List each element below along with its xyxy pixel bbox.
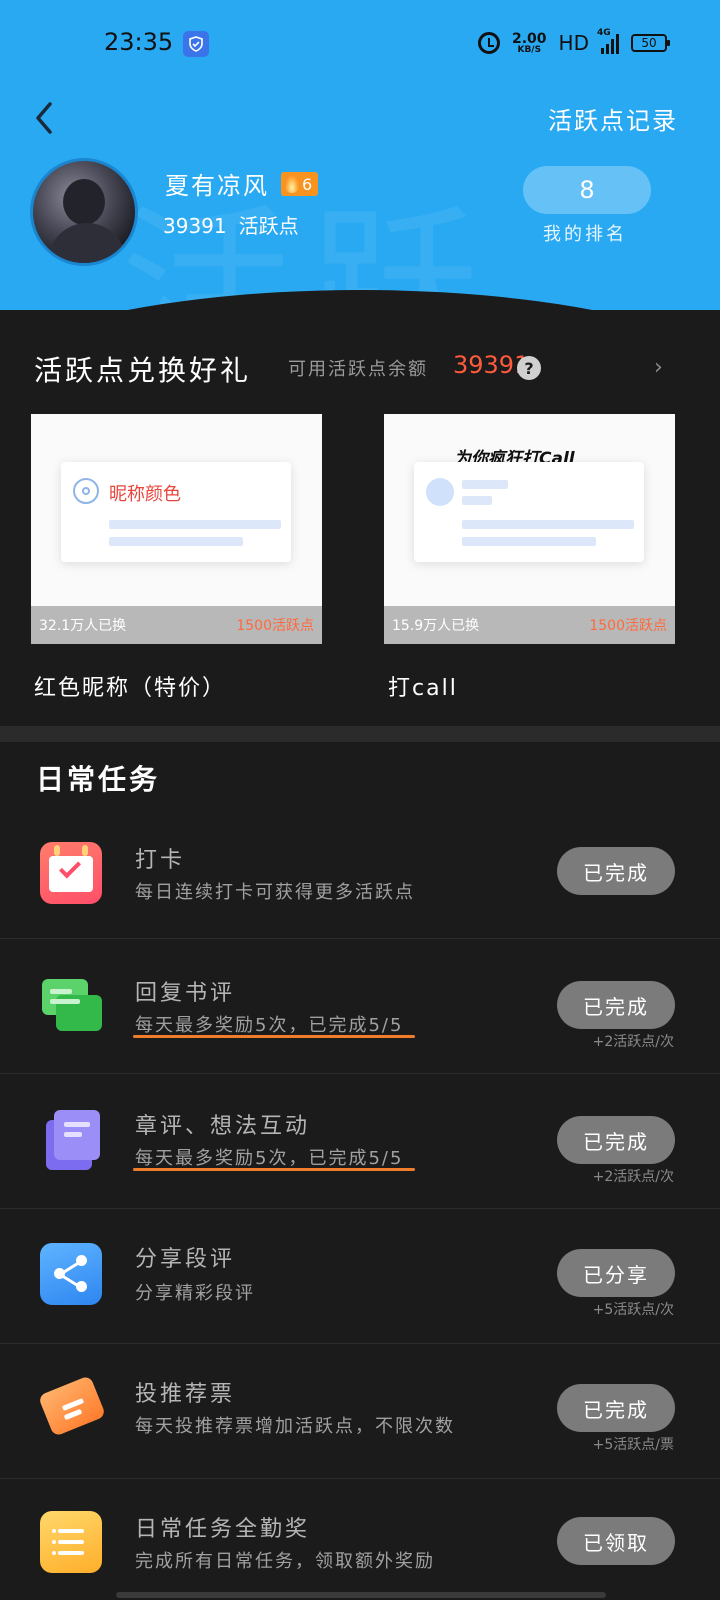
call-preview — [414, 462, 644, 562]
task-desc: 每天投推荐票增加活跃点，不限次数 — [135, 1416, 455, 1437]
task-row-attendance: 日常任务全勤奖 完成所有日常任务，领取额外奖励 已领取 — [0, 1479, 720, 1600]
points-summary: 39391 活跃点 — [163, 210, 299, 239]
task-status-button[interactable]: 已完成 — [557, 981, 675, 1029]
task-reward: +5活跃点/次 — [592, 1302, 674, 1318]
task-desc: 完成所有日常任务，领取额外奖励 — [135, 1551, 435, 1572]
nickname-color-preview: 昵称颜色 — [61, 462, 291, 562]
gift-cost: 1500活跃点 — [589, 618, 667, 634]
daily-tasks-title: 日常任务 — [36, 763, 161, 796]
task-status-button[interactable]: 已分享 — [557, 1249, 675, 1297]
task-desc: 每天最多奖励5次，已完成5/5 — [135, 1148, 404, 1169]
gift-card-red-nickname[interactable]: 昵称颜色 32.1万人已换 1500活跃点 — [31, 414, 322, 644]
gift-name[interactable]: 红色昵称（特价） — [34, 670, 226, 702]
points-label: 活跃点 — [238, 214, 299, 238]
gift-cost: 1500活跃点 — [236, 618, 314, 634]
calendar-check-icon — [40, 842, 102, 904]
share-icon — [40, 1243, 102, 1305]
rank-label: 我的排名 — [543, 224, 627, 245]
back-button[interactable] — [26, 98, 66, 138]
gift-card-call[interactable]: 为你疯狂打Call 15.9万人已换 1500活跃点 — [384, 414, 675, 644]
task-desc: 分享精彩段评 — [135, 1283, 255, 1304]
task-name: 打卡 — [135, 848, 186, 873]
task-desc: 每天最多奖励5次，已完成5/5 — [135, 1015, 404, 1036]
list-icon — [40, 1511, 102, 1573]
task-row-reply-review: 回复书评 每天最多奖励5次，已完成5/5 已完成 +2活跃点/次 — [0, 939, 720, 1074]
task-name: 分享段评 — [135, 1247, 236, 1272]
gift-name[interactable]: 打call — [388, 670, 458, 702]
task-row-recommend-ticket: 投推荐票 每天投推荐票增加活跃点，不限次数 已完成 +5活跃点/票 — [0, 1344, 720, 1479]
help-icon[interactable]: ? — [517, 356, 541, 380]
task-reward: +2活跃点/次 — [592, 1169, 674, 1185]
rank-button[interactable]: 8 — [523, 166, 651, 214]
task-status-button[interactable]: 已完成 — [557, 1116, 675, 1164]
user-icon — [73, 478, 99, 504]
task-name: 投推荐票 — [135, 1382, 236, 1407]
username: 夏有凉风 — [165, 172, 269, 200]
shield-icon — [183, 31, 209, 57]
gift-card-footer: 32.1万人已换 1500活跃点 — [31, 606, 322, 644]
task-name: 章评、想法互动 — [135, 1114, 311, 1139]
activity-record-link[interactable]: 活跃点记录 — [548, 101, 678, 136]
chat-bubbles-icon — [40, 975, 102, 1037]
alarm-icon — [478, 32, 500, 54]
level-badge: 6 — [281, 172, 319, 196]
flame-icon — [285, 175, 299, 193]
header-curve — [0, 290, 720, 310]
home-indicator — [116, 1592, 606, 1598]
status-bar: 23:35 2.00 KB/S HD 4G 50 — [0, 0, 720, 90]
signal-icon: 4G — [597, 28, 619, 54]
exchanged-count: 15.9万人已换 — [392, 618, 480, 634]
exchanged-count: 32.1万人已换 — [39, 618, 127, 634]
balance-label: 可用活跃点余额 — [288, 359, 428, 380]
exchange-section-title: 活跃点兑换好礼 — [34, 354, 252, 387]
chevron-right-icon[interactable]: › — [654, 355, 663, 380]
chevron-left-icon — [36, 102, 52, 134]
highlight-underline — [133, 1168, 415, 1171]
status-indicators: 2.00 KB/S HD 4G 50 — [478, 28, 670, 58]
ticket-icon — [37, 1375, 107, 1438]
task-name: 回复书评 — [135, 981, 236, 1006]
battery-icon: 50 — [631, 34, 670, 52]
task-desc: 每日连续打卡可获得更多活跃点 — [135, 882, 415, 903]
task-status-button[interactable]: 已完成 — [557, 1384, 675, 1432]
rank-value: 8 — [579, 176, 595, 204]
task-row-share: 分享段评 分享精彩段评 已分享 +5活跃点/次 — [0, 1209, 720, 1344]
level-value: 6 — [302, 174, 313, 194]
hd-indicator: HD — [558, 31, 589, 55]
task-name: 日常任务全勤奖 — [135, 1517, 311, 1542]
network-speed: 2.00 KB/S — [512, 30, 547, 55]
preview-text: 昵称颜色 — [109, 484, 181, 505]
task-reward: +5活跃点/票 — [592, 1437, 674, 1453]
task-row-checkin: 打卡 每日连续打卡可获得更多活跃点 已完成 — [0, 804, 720, 939]
status-time: 23:35 — [104, 28, 174, 56]
document-stack-icon — [40, 1106, 102, 1170]
task-reward: +2活跃点/次 — [592, 1034, 674, 1050]
gift-card-footer: 15.9万人已换 1500活跃点 — [384, 606, 675, 644]
avatar[interactable] — [30, 158, 138, 266]
highlight-underline — [133, 1035, 415, 1038]
profile-header: 活跃 23:35 2.00 KB/S HD 4G 50 活跃点记录 夏有凉风 6 — [0, 0, 720, 310]
task-status-button[interactable]: 已领取 — [557, 1517, 675, 1565]
points-value: 39391 — [163, 214, 227, 238]
section-divider — [0, 726, 720, 742]
task-row-chapter-comments: 章评、想法互动 每天最多奖励5次，已完成5/5 已完成 +2活跃点/次 — [0, 1074, 720, 1209]
task-status-button[interactable]: 已完成 — [557, 847, 675, 895]
